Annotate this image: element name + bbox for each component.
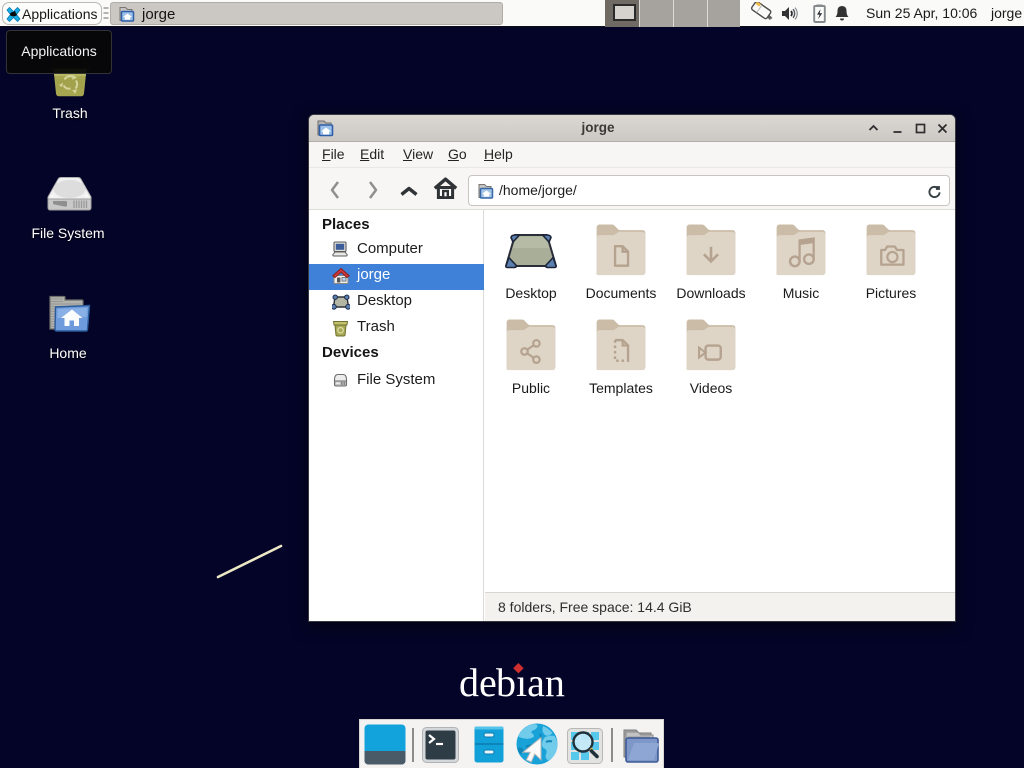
svg-text:bıan: bıan — [496, 660, 565, 705]
svg-text:de: de — [459, 660, 497, 705]
